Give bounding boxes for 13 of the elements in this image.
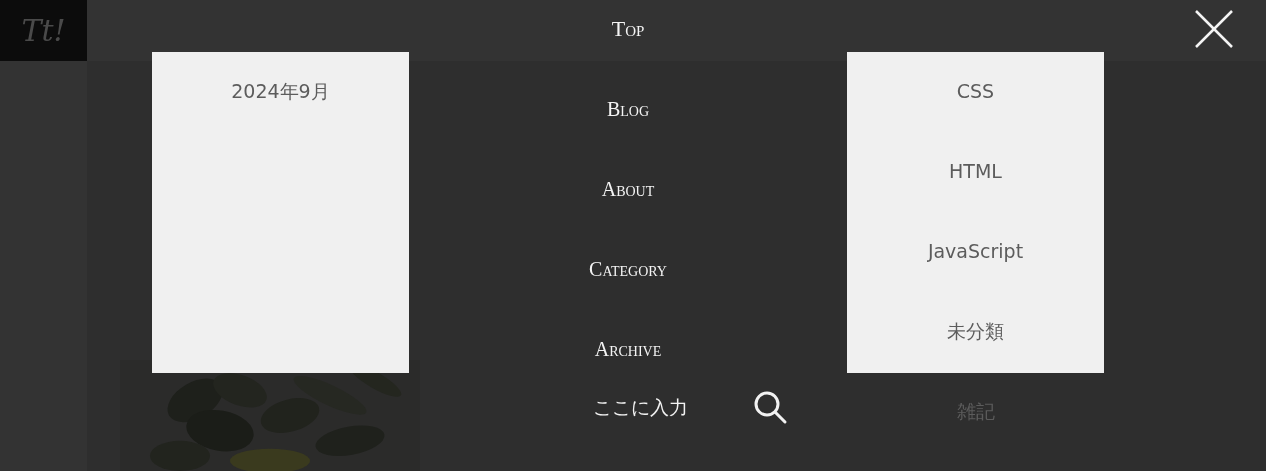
- tag-link[interactable]: JavaScript: [927, 231, 1024, 271]
- tag-link[interactable]: 未分類: [947, 311, 1004, 351]
- month-link[interactable]: 2024年9月: [231, 71, 330, 111]
- tag-link[interactable]: HTML: [949, 151, 1002, 191]
- nav-link[interactable]: Blog: [606, 89, 650, 129]
- nav-link[interactable]: Archive: [594, 329, 662, 369]
- close-icon[interactable]: [1195, 10, 1233, 48]
- tag-link[interactable]: CSS: [956, 71, 995, 111]
- search-field[interactable]: ここに入力: [568, 388, 712, 426]
- search-icon[interactable]: [752, 389, 788, 425]
- nav-link[interactable]: About: [601, 169, 655, 209]
- nav-link[interactable]: Top: [611, 9, 645, 49]
- nav-link[interactable]: Category: [589, 249, 667, 289]
